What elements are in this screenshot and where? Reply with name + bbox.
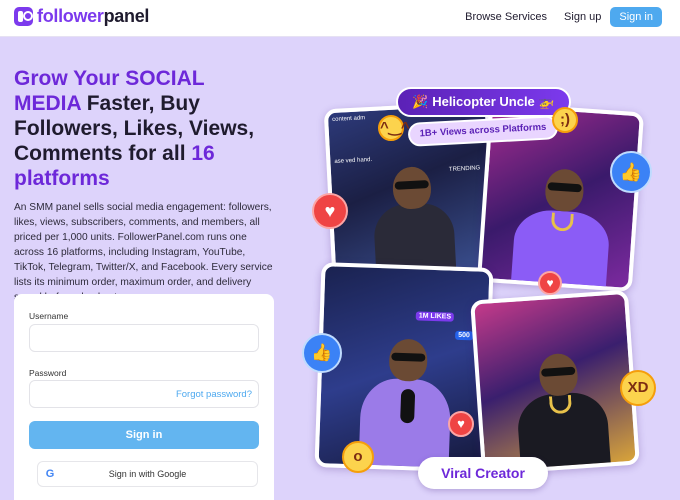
google-sign-in-label: Sign in with Google [108, 469, 187, 479]
promo-collage: content adm ase ved hand. TRENDING 1M LI… [300, 85, 680, 500]
grin-emoji-icon: ^‿^ [378, 115, 410, 141]
heart-icon-bottom: ♥ [448, 411, 474, 437]
login-card: Username Password Forgot password? Sign … [14, 294, 274, 500]
microphone-icon [400, 388, 416, 424]
forgot-password-link[interactable]: Forgot password? [176, 389, 252, 400]
top-header: followerpanel Browse Services Sign up Si… [0, 0, 680, 37]
title-badge: 🎉 Helicopter Uncle 🚁 [396, 87, 571, 117]
creator-photo-3: 1M LIKES 500 [314, 262, 494, 473]
photo-caption-1: content adm [332, 115, 366, 123]
trending-label: TRENDING [448, 165, 481, 173]
nav-browse-services[interactable]: Browse Services [465, 11, 547, 23]
username-label: Username [29, 311, 69, 321]
main-nav: Browse Services Sign up Sign in [465, 7, 662, 27]
likes-tag: 1M LIKES [415, 311, 455, 322]
sign-in-button[interactable]: Sign in [29, 421, 259, 449]
surprised-emoji-icon: o [342, 441, 374, 473]
creator-photo-4 [470, 289, 640, 476]
count-tag: 500 [454, 330, 473, 341]
laugh-emoji-icon: XD [620, 370, 656, 406]
logo-icon [14, 7, 33, 26]
google-icon: G [45, 468, 55, 480]
username-input[interactable] [29, 324, 259, 352]
logo-text: followerpanel [37, 6, 150, 26]
google-sign-in-button[interactable]: G Sign in with Google [37, 461, 258, 487]
heart-icon: ♥ [312, 193, 348, 229]
thumbs-up-icon-left: 👍 [302, 333, 342, 373]
hero-description: An SMM panel sells social media engageme… [14, 202, 273, 303]
thumbs-up-icon: 👍 [610, 151, 652, 193]
nav-sign-in-button[interactable]: Sign in [610, 7, 662, 27]
nav-sign-up[interactable]: Sign up [564, 11, 601, 23]
hero-title: Grow Your SOCIAL MEDIA Faster, Buy Follo… [14, 67, 255, 190]
photo-caption-2: ase ved hand. [334, 156, 373, 165]
logo[interactable]: followerpanel [14, 6, 149, 27]
heart-icon-small: ♥ [538, 271, 562, 295]
wink-emoji-icon: ;) [552, 107, 578, 133]
viral-creator-badge: Viral Creator [418, 457, 548, 489]
password-label: Password [29, 368, 67, 378]
